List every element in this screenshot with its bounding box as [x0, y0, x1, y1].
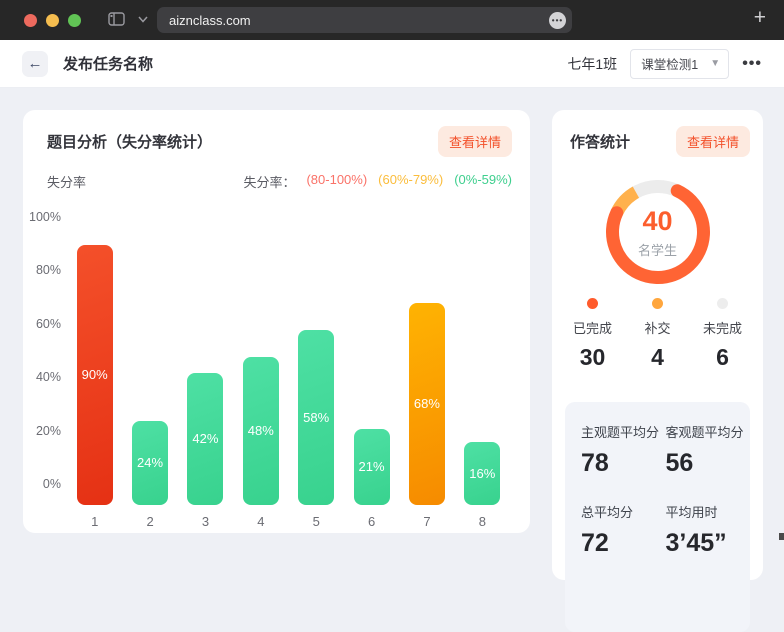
bar[interactable]: 21%	[354, 429, 390, 505]
bar[interactable]: 16%	[464, 442, 500, 505]
legend-label: 补交	[644, 318, 670, 337]
stat-cell: 主观题平均分 78	[581, 422, 666, 478]
y-axis-title: 失分率	[47, 172, 86, 191]
stat-value: 78	[581, 449, 666, 478]
bar-value-label: 42%	[187, 431, 223, 446]
stat-cell: 总平均分 72	[581, 502, 666, 558]
back-button[interactable]: ←	[22, 51, 48, 77]
bar-value-label: 48%	[243, 423, 279, 438]
stat-label: 主观题平均分	[581, 422, 666, 441]
new-tab-button[interactable]: +	[754, 6, 766, 30]
app-header: ← 发布任务名称 七年1班 课堂检测1 ▼ •••	[0, 40, 784, 88]
bar[interactable]: 58%	[298, 330, 334, 505]
stat-value: 72	[581, 529, 666, 558]
completion-legend: 已完成 30 补交 4 未完成 6	[560, 298, 755, 371]
y-axis-tick: 20%	[21, 424, 61, 438]
url-text: aiznclass.com	[169, 13, 251, 28]
stat-cell: 平均用时 3’45”	[666, 502, 751, 558]
x-axis-tick: 3	[178, 514, 233, 529]
completion-legend-item: 未完成 6	[690, 298, 755, 371]
zoom-window-button[interactable]	[68, 14, 81, 27]
page-options-icon[interactable]: •••	[549, 12, 566, 29]
x-axis-tick: 4	[233, 514, 288, 529]
legend-band: (0%-59%)	[454, 172, 512, 191]
bar-value-label: 58%	[298, 410, 334, 425]
loss-rate-legend: 失分率： (80-100%) (60%-79%) (0%-59%)	[243, 172, 512, 191]
bar-value-label: 24%	[132, 455, 168, 470]
question-analysis-card: 题目分析（失分率统计） 查看详情 失分率 失分率： (80-100%) (60%-…	[23, 110, 530, 533]
more-options-button[interactable]: •••	[742, 55, 762, 73]
legend-dot-icon	[717, 298, 728, 309]
bar-value-label: 68%	[409, 396, 445, 411]
legend-dot-icon	[652, 298, 663, 309]
y-axis-tick: 80%	[21, 263, 61, 277]
completion-legend-item: 补交 4	[625, 298, 690, 371]
legend-value: 6	[716, 344, 729, 371]
legend-value: 4	[651, 344, 664, 371]
bar[interactable]: 90%	[77, 245, 113, 505]
student-total-value: 40	[642, 206, 672, 237]
x-axis-tick: 7	[399, 514, 454, 529]
bar[interactable]: 48%	[243, 357, 279, 505]
bar[interactable]: 68%	[409, 303, 445, 505]
minimize-window-button[interactable]	[46, 14, 59, 27]
y-axis-tick: 60%	[21, 317, 61, 331]
stat-label: 客观题平均分	[666, 422, 751, 441]
select-chevron-icon: ▼	[710, 58, 720, 69]
score-summary-box: 主观题平均分 78客观题平均分 56 总平均分 72平均用时 3’45”	[565, 402, 750, 632]
scrollbar-thumb[interactable]	[779, 533, 784, 540]
question-analysis-title: 题目分析（失分率统计）	[47, 131, 212, 152]
y-axis-tick: 100%	[21, 210, 61, 224]
address-bar[interactable]: aiznclass.com •••	[157, 7, 572, 33]
stat-label: 总平均分	[581, 502, 666, 521]
close-window-button[interactable]	[24, 14, 37, 27]
stat-value: 3’45”	[666, 529, 751, 558]
bar-chart: 0%20%40%60%80%100%90%24%42%48%58%21%68%1…	[67, 206, 510, 533]
legend-label: 未完成	[703, 318, 742, 337]
y-axis-tick: 40%	[21, 370, 61, 384]
answer-stats-title: 作答统计	[570, 131, 630, 152]
student-total-unit: 名学生	[638, 240, 677, 259]
x-axis-tick: 2	[122, 514, 177, 529]
task-select-value: 课堂检测1	[641, 54, 698, 73]
bar-value-label: 21%	[354, 459, 390, 474]
donut-chart: 40 名学生	[602, 176, 714, 288]
view-details-button-right[interactable]: 查看详情	[676, 126, 750, 157]
completion-legend-item: 已完成 30	[560, 298, 625, 371]
sidebar-toggle-icon[interactable]	[108, 12, 125, 26]
browser-chrome: aiznclass.com ••• +	[0, 0, 784, 40]
view-details-button-left[interactable]: 查看详情	[438, 126, 512, 157]
answer-stats-card: 作答统计 查看详情 40 名学生 已完成 30 补交 4 未完成 6 主观题平均分 78客观…	[552, 110, 763, 580]
x-axis-tick: 6	[344, 514, 399, 529]
stat-cell: 客观题平均分 56	[666, 422, 751, 478]
bar-value-label: 16%	[464, 466, 500, 481]
x-axis-tick: 1	[67, 514, 122, 529]
legend-label: 已完成	[573, 318, 612, 337]
chevron-down-icon[interactable]	[138, 16, 148, 23]
x-axis-tick: 5	[289, 514, 344, 529]
x-axis-tick: 8	[455, 514, 510, 529]
stat-value: 56	[666, 449, 751, 478]
stat-label: 平均用时	[666, 502, 751, 521]
legend-band: (80-100%)	[306, 172, 367, 191]
bar-value-label: 90%	[77, 367, 113, 382]
task-select-dropdown[interactable]: 课堂检测1 ▼	[630, 49, 729, 79]
legend-value: 30	[580, 344, 606, 371]
legend-prefix: 失分率：	[243, 172, 295, 191]
y-axis-tick: 0%	[21, 477, 61, 491]
bar[interactable]: 42%	[187, 373, 223, 505]
bar[interactable]: 24%	[132, 421, 168, 505]
legend-band: (60%-79%)	[378, 172, 443, 191]
page-title: 发布任务名称	[63, 53, 153, 74]
class-name-label: 七年1班	[567, 54, 617, 74]
legend-dot-icon	[587, 298, 598, 309]
